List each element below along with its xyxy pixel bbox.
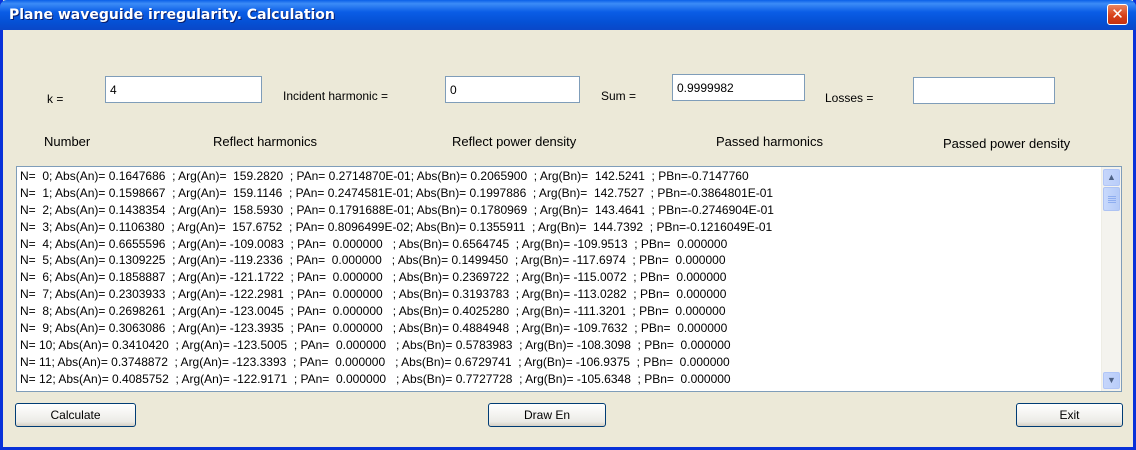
sum-input[interactable] <box>672 74 805 101</box>
list-item[interactable]: N= 7; Abs(An)= 0.2303933 ; Arg(An)= -122… <box>20 286 1102 303</box>
list-item[interactable]: N= 4; Abs(An)= 0.6655596 ; Arg(An)= -109… <box>20 236 1102 253</box>
list-item[interactable]: N= 3; Abs(An)= 0.1106380 ; Arg(An)= 157.… <box>20 219 1102 236</box>
list-item[interactable]: N= 5; Abs(An)= 0.1309225 ; Arg(An)= -119… <box>20 252 1102 269</box>
header-passed-harmonics: Passed harmonics <box>716 134 823 149</box>
list-item[interactable]: N= 0; Abs(An)= 0.1647686 ; Arg(An)= 159.… <box>20 168 1102 185</box>
vertical-scrollbar[interactable]: ▲ ▼ <box>1101 167 1121 391</box>
header-reflect-harmonics: Reflect harmonics <box>213 134 318 149</box>
k-label: k = <box>47 92 64 106</box>
exit-button[interactable]: Exit <box>1016 403 1123 427</box>
list-item[interactable]: N= 12; Abs(An)= 0.4085752 ; Arg(An)= -12… <box>20 371 1102 388</box>
chevron-up-icon: ▲ <box>1107 172 1116 182</box>
list-item[interactable]: N= 9; Abs(An)= 0.3063086 ; Arg(An)= -123… <box>20 320 1102 337</box>
calculate-button[interactable]: Calculate <box>15 403 136 427</box>
sum-label: Sum = <box>601 89 637 103</box>
header-number: Number <box>44 134 91 149</box>
losses-input[interactable] <box>913 77 1055 104</box>
header-passed-power-density: Passed power density <box>943 136 1071 151</box>
list-item[interactable]: N= 2; Abs(An)= 0.1438354 ; Arg(An)= 158.… <box>20 202 1102 219</box>
draw-en-button[interactable]: Draw En <box>488 403 606 427</box>
k-input[interactable] <box>105 76 262 103</box>
scroll-thumb[interactable] <box>1103 187 1120 211</box>
chevron-down-icon: ▼ <box>1107 375 1116 385</box>
results-listbox[interactable]: N= 0; Abs(An)= 0.1647686 ; Arg(An)= 159.… <box>16 166 1122 392</box>
close-icon: ✕ <box>1111 5 1124 23</box>
close-button[interactable]: ✕ <box>1107 4 1128 25</box>
list-item[interactable]: N= 10; Abs(An)= 0.3410420 ; Arg(An)= -12… <box>20 337 1102 354</box>
scroll-down-button[interactable]: ▼ <box>1103 372 1120 389</box>
list-item[interactable]: N= 1; Abs(An)= 0.1598667 ; Arg(An)= 159.… <box>20 185 1102 202</box>
incident-harmonic-input[interactable] <box>445 76 580 103</box>
title-bar[interactable]: Plane waveguide irregularity. Calculatio… <box>0 0 1136 30</box>
list-item[interactable]: N= 11; Abs(An)= 0.3748872 ; Arg(An)= -12… <box>20 354 1102 371</box>
calculation-window: Plane waveguide irregularity. Calculatio… <box>0 0 1136 450</box>
incident-harmonic-label: Incident harmonic = <box>283 89 389 103</box>
window-title: Plane waveguide irregularity. Calculatio… <box>9 7 335 23</box>
scroll-up-button[interactable]: ▲ <box>1103 169 1120 186</box>
list-item[interactable]: N= 8; Abs(An)= 0.2698261 ; Arg(An)= -123… <box>20 303 1102 320</box>
header-reflect-power-density: Reflect power density <box>452 134 577 149</box>
results-rows: N= 0; Abs(An)= 0.1647686 ; Arg(An)= 159.… <box>20 168 1102 390</box>
losses-label: Losses = <box>825 91 874 105</box>
list-item[interactable]: N= 6; Abs(An)= 0.1858887 ; Arg(An)= -121… <box>20 269 1102 286</box>
